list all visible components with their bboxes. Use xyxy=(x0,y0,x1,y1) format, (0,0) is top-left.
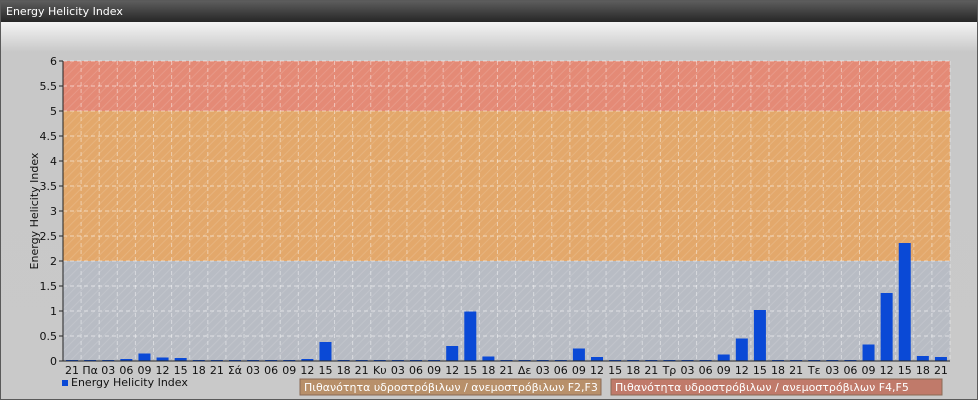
y-tick-label: 4.5 xyxy=(40,130,58,143)
x-tick-label: 18 xyxy=(337,364,351,377)
x-tick-label: 03 xyxy=(536,364,550,377)
x-tick-label: Κυ xyxy=(373,364,387,377)
x-tick-label: 03 xyxy=(825,364,839,377)
x-tick-label: 18 xyxy=(481,364,495,377)
x-tick-label: 06 xyxy=(409,364,423,377)
x-tick-label: 18 xyxy=(626,364,640,377)
x-tick-label: 15 xyxy=(608,364,622,377)
x-tick-label: 21 xyxy=(355,364,369,377)
y-tick-label: 3 xyxy=(50,205,57,218)
y-tick-label: 2.5 xyxy=(40,230,58,243)
legend-swatch xyxy=(62,380,68,386)
x-tick-label: 12 xyxy=(445,364,459,377)
x-tick-label: 12 xyxy=(735,364,749,377)
title-bar: Energy Helicity Index xyxy=(1,1,977,22)
bar xyxy=(156,357,169,361)
bar xyxy=(717,354,730,361)
x-tick-label: 15 xyxy=(318,364,332,377)
x-tick-label: 21 xyxy=(644,364,658,377)
x-tick-label: 03 xyxy=(391,364,405,377)
bar xyxy=(862,344,875,361)
bar xyxy=(898,243,911,361)
x-tick-label: 15 xyxy=(463,364,477,377)
bar xyxy=(916,356,929,361)
x-tick-label: 21 xyxy=(500,364,514,377)
y-tick-label: 5.5 xyxy=(40,80,58,93)
x-tick-label: 12 xyxy=(880,364,894,377)
y-tick-label: 0 xyxy=(50,355,57,368)
legend-label: Energy Helicity Index xyxy=(71,376,188,389)
x-tick-label: Σά xyxy=(228,364,242,377)
chart-window: Energy Helicity Index 0 0.5 1 1.5 2 2.5 3 3.5 4 4… xyxy=(0,0,978,400)
x-tick-label: 09 xyxy=(427,364,441,377)
x-tick-label: 18 xyxy=(916,364,930,377)
x-tick-label: 12 xyxy=(300,364,314,377)
bar xyxy=(934,357,947,361)
bar xyxy=(572,348,585,361)
x-tick-label: 09 xyxy=(282,364,296,377)
bar xyxy=(735,338,748,361)
threshold-label-2: Πιθανότητα υδροστρόβιλων / ανεμοστρόβιλω… xyxy=(615,381,909,394)
x-tick-label: Δε xyxy=(518,364,532,377)
bar xyxy=(446,346,459,361)
y-tick-label: 5 xyxy=(50,105,57,118)
x-tick-label: 18 xyxy=(192,364,206,377)
bar xyxy=(753,310,766,361)
bar xyxy=(464,311,477,361)
x-tick-label: 06 xyxy=(699,364,713,377)
y-axis-label: Energy Helicity Index xyxy=(28,152,41,269)
x-tick-label: Τρ xyxy=(662,364,677,377)
x-tick-label: 09 xyxy=(572,364,586,377)
y-tick-label: 6 xyxy=(50,55,57,68)
bar xyxy=(319,342,332,361)
x-tick-label: 06 xyxy=(264,364,278,377)
x-tick-label: 09 xyxy=(862,364,876,377)
energy-helicity-chart: 00.511.522.533.544.555.5621 Πα 03 06 09 12 15 1… xyxy=(28,55,951,396)
threshold-label-1: Πιθανότητα υδροστρόβιλων / ανεμοστρόβιλω… xyxy=(304,381,598,394)
bar xyxy=(880,293,893,361)
y-tick-label: 2 xyxy=(50,255,57,268)
x-tick-label: Τε xyxy=(807,364,821,377)
x-tick-label: 21 xyxy=(934,364,948,377)
y-tick-label: 1.5 xyxy=(40,280,58,293)
x-tick-label: 21 xyxy=(789,364,803,377)
x-tick-label: 06 xyxy=(554,364,568,377)
bar xyxy=(138,353,151,361)
x-tick-label: 06 xyxy=(843,364,857,377)
x-tick-label: 21 xyxy=(210,364,224,377)
x-tick-label: 09 xyxy=(717,364,731,377)
bar xyxy=(591,357,604,361)
chart-area: 0 0.5 1 1.5 2 2.5 3 3.5 4 4.5 5 5.5 6 21 Πα 03 06 09 12 15 1… xyxy=(1,22,977,399)
x-tick-label: 15 xyxy=(898,364,912,377)
bar xyxy=(482,356,495,361)
y-tick-label: 3.5 xyxy=(40,180,58,193)
x-tick-label: 18 xyxy=(771,364,785,377)
x-tick-label: 03 xyxy=(681,364,695,377)
x-tick-label: 03 xyxy=(246,364,260,377)
y-tick-label: 0.5 xyxy=(40,330,58,343)
window-title: Energy Helicity Index xyxy=(6,5,123,18)
y-tick-label: 4 xyxy=(50,155,57,168)
x-tick-label: 15 xyxy=(753,364,767,377)
y-tick-label: 1 xyxy=(50,305,57,318)
x-tick-label: 12 xyxy=(590,364,604,377)
